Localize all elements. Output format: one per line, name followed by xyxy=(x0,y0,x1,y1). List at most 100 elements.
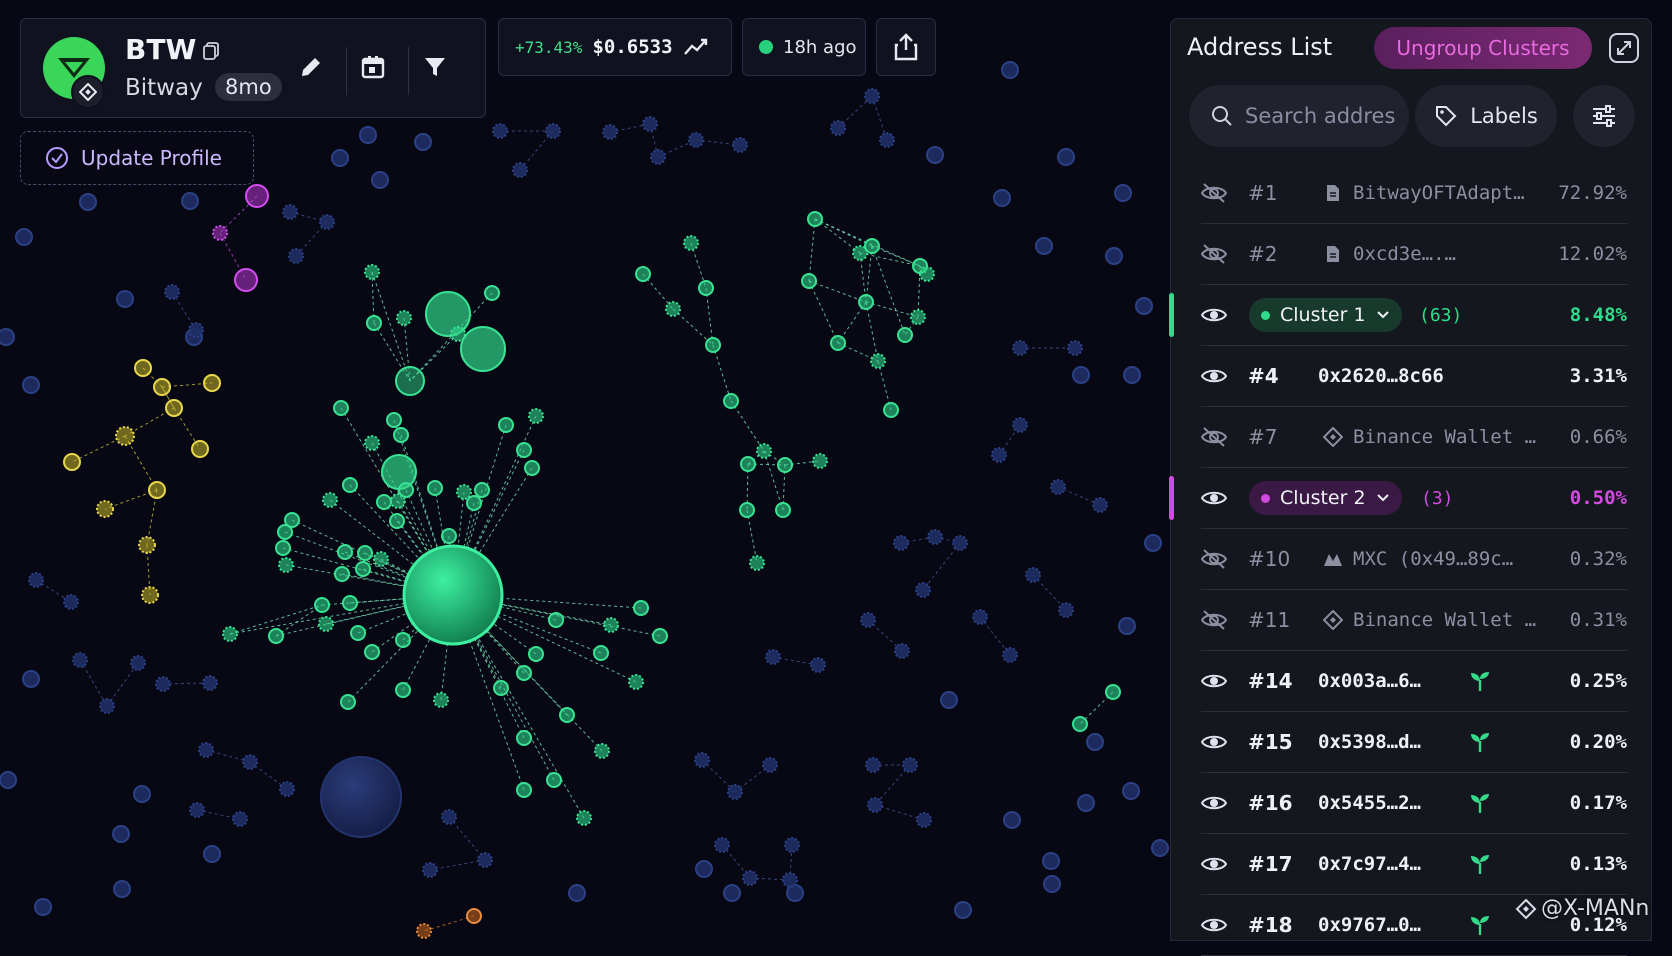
cluster-2-node[interactable] xyxy=(234,268,258,292)
wallet-node[interactable] xyxy=(22,376,40,394)
cluster-2-node[interactable] xyxy=(212,225,228,241)
wallet-node[interactable] xyxy=(1123,366,1141,384)
wallet-node[interactable] xyxy=(133,785,151,803)
eye-icon[interactable] xyxy=(1200,486,1228,510)
cluster-1-node[interactable] xyxy=(593,645,609,661)
cluster-1-node[interactable] xyxy=(603,617,619,633)
cluster-1-node[interactable] xyxy=(342,477,358,493)
cluster-1-node[interactable] xyxy=(498,417,514,433)
cluster-1-node[interactable] xyxy=(314,597,330,613)
wallet-node[interactable] xyxy=(1025,567,1041,583)
wallet-node[interactable] xyxy=(203,845,221,863)
cluster-1-node[interactable] xyxy=(222,626,238,642)
wallet-node[interactable] xyxy=(130,655,146,671)
cluster-yellow-node[interactable] xyxy=(148,481,166,499)
cluster-1-node[interactable] xyxy=(364,264,380,280)
holder-address[interactable]: 0x7c97…4… xyxy=(1318,853,1421,875)
cluster-yellow-node[interactable] xyxy=(134,359,152,377)
holder-address[interactable]: 0x2620…8c66 xyxy=(1318,365,1444,387)
eye-off-icon[interactable] xyxy=(1200,181,1228,205)
wallet-node[interactable] xyxy=(359,126,377,144)
holder-address[interactable]: 0x003a…6… xyxy=(1318,670,1421,692)
wallet-node[interactable] xyxy=(893,535,909,551)
copy-icon[interactable] xyxy=(201,41,221,61)
eye-icon[interactable] xyxy=(1200,791,1228,815)
wallet-node[interactable] xyxy=(188,322,204,338)
wallet-node[interactable] xyxy=(477,852,493,868)
wallet-node[interactable] xyxy=(198,742,214,758)
cluster-yellow-node[interactable] xyxy=(115,426,135,446)
cluster-1-node[interactable] xyxy=(830,335,846,351)
cluster-1-node[interactable] xyxy=(756,443,772,459)
cluster-1-node[interactable] xyxy=(740,456,756,472)
wallet-node[interactable] xyxy=(189,802,205,818)
price-pill[interactable]: +73.43% $0.6533 xyxy=(498,18,732,76)
cluster-1-node[interactable] xyxy=(364,435,380,451)
cluster-1-node[interactable] xyxy=(548,612,564,628)
cluster-1-node[interactable] xyxy=(393,427,409,443)
cluster-yellow-node[interactable] xyxy=(165,399,183,417)
cluster-1-node[interactable] xyxy=(698,280,714,296)
wallet-node[interactable] xyxy=(1092,497,1108,513)
wallet-node[interactable] xyxy=(954,901,972,919)
cluster-1-node[interactable] xyxy=(340,694,356,710)
cluster-1-node[interactable] xyxy=(559,707,575,723)
cluster-1-node[interactable] xyxy=(277,524,293,540)
wallet-node[interactable] xyxy=(181,192,199,210)
wallet-node[interactable] xyxy=(688,132,704,148)
list-settings-button[interactable] xyxy=(1573,85,1635,147)
cluster-1-node[interactable] xyxy=(594,743,610,759)
cluster-1-node[interactable] xyxy=(665,301,681,317)
cluster-1-node[interactable] xyxy=(524,460,540,476)
address-row[interactable]: #17 0x7c97…4… 0.13% xyxy=(1200,834,1627,895)
wallet-node[interactable] xyxy=(723,884,741,902)
wallet-node[interactable] xyxy=(714,837,730,853)
holder-address[interactable]: MXC (0x49…89c… xyxy=(1353,548,1513,570)
wallet-node[interactable] xyxy=(279,781,295,797)
cluster-1-node[interactable] xyxy=(546,772,562,788)
cluster-yellow-node[interactable] xyxy=(203,374,221,392)
cluster-1-node[interactable] xyxy=(334,566,350,582)
address-row[interactable]: #4 0x2620…8c66 3.31% xyxy=(1200,346,1627,407)
wallet-node[interactable] xyxy=(810,657,826,673)
wallet-node[interactable] xyxy=(331,149,349,167)
cluster-1-node[interactable] xyxy=(350,625,366,641)
wallet-node[interactable] xyxy=(242,754,258,770)
wallet-node[interactable] xyxy=(894,643,910,659)
wallet-node[interactable] xyxy=(568,884,586,902)
wallet-node[interactable] xyxy=(1035,237,1053,255)
cluster-1-node[interactable] xyxy=(777,457,793,473)
wallet-node[interactable] xyxy=(1058,602,1074,618)
wallet-node[interactable] xyxy=(15,228,33,246)
wallet-node[interactable] xyxy=(202,675,218,691)
wallet-node[interactable] xyxy=(371,171,389,189)
wallet-node[interactable] xyxy=(1050,479,1066,495)
cluster-row[interactable]: Cluster 1 (63) 8.48% xyxy=(1169,285,1627,346)
wallet-node[interactable] xyxy=(927,529,943,545)
wallet-node[interactable] xyxy=(991,447,1007,463)
cluster-1-node[interactable] xyxy=(484,285,500,301)
wallet-node[interactable] xyxy=(28,572,44,588)
eye-icon[interactable] xyxy=(1200,303,1228,327)
wallet-node[interactable] xyxy=(1001,61,1019,79)
wallet-node[interactable] xyxy=(282,204,298,220)
cluster-orange-node[interactable] xyxy=(466,908,482,924)
cluster-2-node[interactable] xyxy=(245,184,269,208)
wallet-node[interactable] xyxy=(1043,875,1061,893)
wallet-node[interactable] xyxy=(441,809,457,825)
wallet-node[interactable] xyxy=(155,676,171,692)
wallet-node[interactable] xyxy=(288,248,304,264)
cluster-1-node[interactable] xyxy=(628,674,644,690)
cluster-1-node[interactable] xyxy=(705,337,721,353)
holder-address[interactable]: 0x9767…0… xyxy=(1318,914,1421,936)
wallet-node[interactable] xyxy=(232,811,248,827)
cluster-1-node[interactable] xyxy=(919,266,935,282)
cluster-1-node[interactable] xyxy=(395,682,411,698)
search-input[interactable] xyxy=(1243,103,1397,129)
cluster-1-node[interactable] xyxy=(433,692,449,708)
wallet-node[interactable] xyxy=(1144,534,1162,552)
cluster-1-node[interactable] xyxy=(1105,684,1121,700)
cluster-1-node[interactable] xyxy=(528,646,544,662)
wallet-node[interactable] xyxy=(116,290,134,308)
wallet-node[interactable] xyxy=(642,116,658,132)
